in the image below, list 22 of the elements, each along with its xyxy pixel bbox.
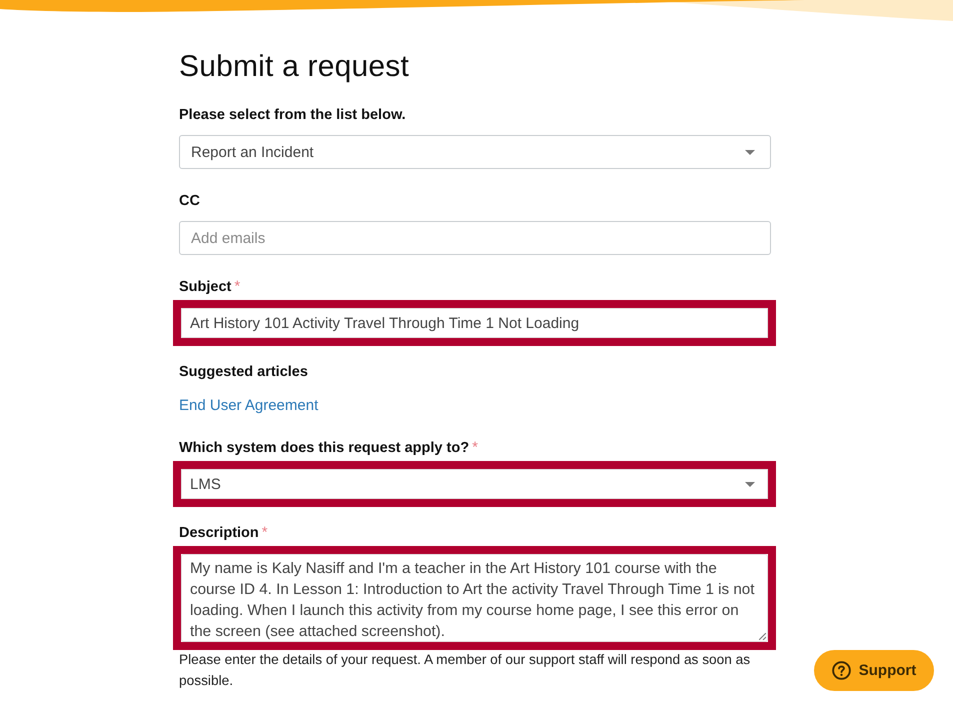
required-mark: * <box>472 438 478 458</box>
caret-icon <box>745 150 755 154</box>
caret-icon <box>745 482 755 486</box>
field-label: Suggested articles <box>179 363 308 382</box>
field-label: Please select from the list below. <box>179 106 406 125</box>
page-title: Submit a request <box>179 49 410 85</box>
description-field[interactable]: My name is Kaly Nasiff and I'm a teacher in the Art History 101 course with the course ID 4. In Lesson 1: Introduction to Art the activity Travel Through Time 1 is not loading. When I launch this activity from my course home page, I see this error on the screen (see attached screenshot). <box>181 554 768 642</box>
help-text: Please enter the details of your request. A member of our support staff will respond as soon as possible. <box>179 651 752 690</box>
text-field[interactable]: Art History 101 Activity Travel Through Time 1 Not Loading <box>181 308 768 338</box>
field-label: Subject <box>179 278 232 297</box>
article-link[interactable]: End User Agreement <box>179 397 318 414</box>
field-label: Which system does this request apply to? <box>179 439 470 458</box>
resize-grip-icon[interactable] <box>759 633 766 640</box>
field-label: CC <box>179 192 200 211</box>
question-mark-icon <box>832 661 851 680</box>
required-mark: * <box>262 523 268 543</box>
required-mark: * <box>234 277 240 297</box>
field-label: Description <box>179 524 259 543</box>
email-field[interactable]: Add emails <box>179 221 771 255</box>
dropdown-field[interactable]: Report an Incident <box>179 135 771 169</box>
dropdown-field[interactable]: LMS <box>181 469 768 499</box>
support-button[interactable]: Support <box>814 650 934 691</box>
